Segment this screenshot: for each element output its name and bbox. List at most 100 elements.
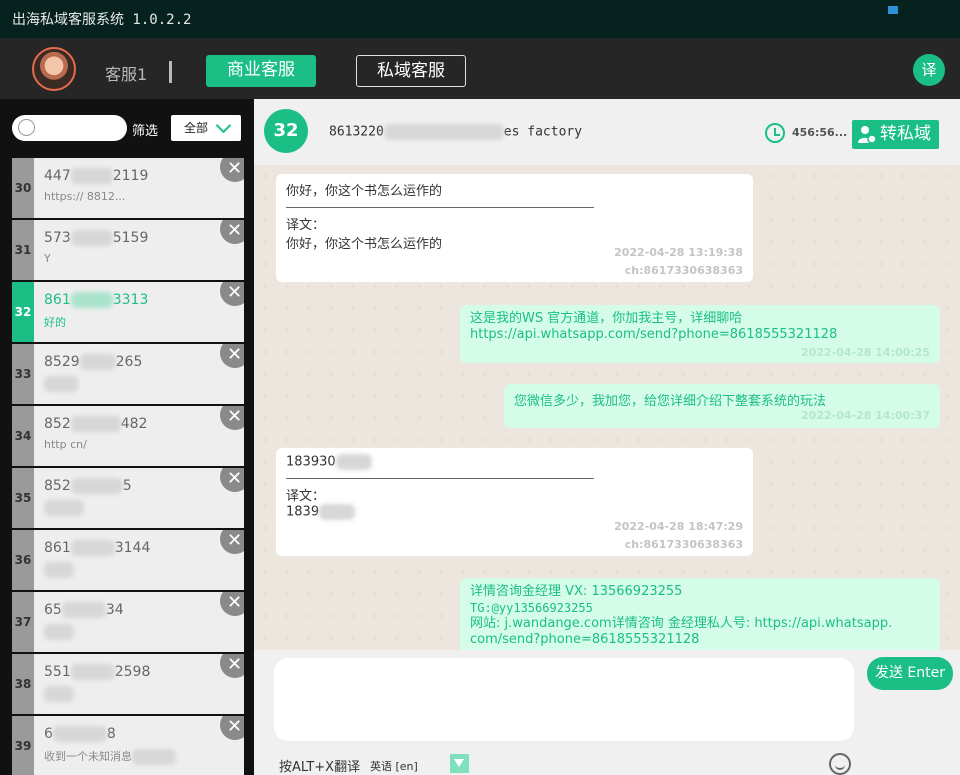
close-icon[interactable]: ✕ [220, 654, 244, 678]
message-text: 183930 [286, 454, 743, 470]
contact-preview [44, 624, 74, 640]
tab-private-service[interactable]: 私域客服 [356, 55, 466, 87]
message-line: com/send?phone=8618555321128 [470, 632, 700, 647]
message-input[interactable] [274, 658, 854, 741]
contact-preview: 好的 [44, 316, 66, 329]
contact-item[interactable]: 34 852 482 http cn/ ✕ [12, 406, 244, 468]
contact-phone: 8529 265 [44, 354, 143, 370]
filter-dropdown[interactable]: 全部 [171, 115, 241, 141]
language-label: 英语 [en] [370, 760, 418, 773]
message-time: 2022-04-28 14:00:37 [801, 409, 930, 422]
tab-business-service[interactable]: 商业客服 [206, 55, 316, 87]
message-channel: ch:8617330638363 [624, 538, 743, 551]
contact-item[interactable]: 35 852 5 ✕ [12, 468, 244, 530]
contact-phone: 573 5159 [44, 230, 149, 246]
close-icon[interactable]: ✕ [220, 530, 244, 554]
message-time: 2022-04-28 18:47:29 [614, 520, 743, 533]
close-icon[interactable]: ✕ [220, 158, 244, 182]
contact-phone: 68 [44, 726, 116, 742]
avatar[interactable] [32, 47, 76, 91]
contact-index: 36 [12, 530, 34, 590]
message-text: 你好，你这个书怎么运作的 [286, 184, 443, 199]
agent-name: 客服1 [105, 65, 148, 84]
message-outgoing: 您微信多少，我加您，给您详细介绍下整套系统的玩法 2022-04-28 14:0… [504, 384, 940, 428]
language-dropdown-icon[interactable] [450, 754, 469, 773]
send-button[interactable]: 发送 Enter [867, 657, 953, 690]
window-control-icon[interactable] [888, 6, 898, 14]
chevron-down-icon [215, 117, 232, 134]
message-incoming: 183930 译文： 1839 2022-04-28 18:47:29 ch:8… [276, 448, 753, 556]
header-divider [169, 61, 172, 83]
transfer-label: 转私域 [880, 124, 931, 144]
translate-button[interactable]: 译 [913, 54, 945, 86]
contact-preview [44, 686, 74, 702]
close-icon[interactable]: ✕ [220, 406, 244, 430]
redaction-blur [383, 124, 504, 140]
contact-item[interactable]: 33 8529 265 ✕ [12, 344, 244, 406]
contact-item[interactable]: 32 861 3313 好的 ✕ [12, 282, 244, 344]
contact-index: 30 [12, 158, 34, 218]
contact-item[interactable]: 39 68 收到一个未知消息 ✕ [12, 716, 244, 775]
filter-row: 筛选 全部 [0, 99, 254, 157]
message-time: 2022-04-28 14:00:25 [801, 346, 930, 359]
contact-list: 30 447 2119 https:// 8812... ✕ 31 573 5159… [12, 158, 244, 775]
contact-phone: 852 5 [44, 478, 132, 494]
message-text: 这是我的WS 官方通道，你加我主号，详细聊哈 https://api.whats… [470, 311, 838, 342]
redaction-blur [132, 749, 176, 765]
contact-phone: 861 3144 [44, 540, 151, 556]
close-icon[interactable]: ✕ [220, 344, 244, 368]
contact-item[interactable]: 30 447 2119 https:// 8812... ✕ [12, 158, 244, 220]
close-icon[interactable]: ✕ [220, 220, 244, 244]
contact-preview: http cn/ [44, 438, 87, 451]
contact-index: 33 [12, 344, 34, 404]
user-transfer-icon [858, 126, 876, 143]
top-header: 客服1 商业客服 私域客服 译 [0, 38, 960, 99]
conversation-badge: 32 [264, 109, 308, 153]
redaction-blur [44, 562, 74, 578]
redaction-blur [70, 416, 121, 432]
contact-item[interactable]: 38 551 2598 ✕ [12, 654, 244, 716]
timer-text: 456:56... [792, 126, 848, 139]
contact-item[interactable]: 37 65 34 ✕ [12, 592, 244, 654]
close-icon[interactable]: ✕ [220, 468, 244, 492]
message-line: 网站: j.wandange.com详情咨询 金经理私人号: https://a… [470, 616, 893, 631]
redaction-blur [319, 504, 356, 520]
close-icon[interactable]: ✕ [220, 592, 244, 616]
redaction-blur [70, 230, 113, 246]
contact-index: 31 [12, 220, 34, 280]
redaction-blur [44, 376, 78, 392]
message-line: 详情咨询金经理 VX: 13566923255 [470, 584, 683, 599]
contact-phone: 852 482 [44, 416, 148, 432]
contact-index: 38 [12, 654, 34, 714]
contact-index: 39 [12, 716, 34, 775]
message-line: TG:@yy13566923255 [470, 601, 593, 615]
contact-preview [44, 376, 78, 392]
contact-item[interactable]: 36 861 3144 ✕ [12, 530, 244, 592]
contact-phone: 447 2119 [44, 168, 149, 184]
message-outgoing: 这是我的WS 官方通道，你加我主号，详细聊哈 https://api.whats… [460, 305, 940, 363]
redaction-blur [44, 686, 74, 702]
message-channel: ch:8617330638363 [624, 264, 743, 277]
message-separator [286, 478, 594, 479]
contact-preview [44, 562, 74, 578]
close-icon[interactable]: ✕ [220, 282, 244, 306]
app-title: 出海私域客服系统 1.0.2.2 [12, 12, 192, 28]
message-thread: 你好，你这个书怎么运作的 译文： 你好，你这个书怎么运作的 2022-04-28… [254, 165, 960, 650]
translation-label: 译文： [286, 489, 326, 504]
search-input[interactable] [12, 115, 127, 141]
timer-icon [765, 123, 785, 143]
close-icon[interactable]: ✕ [220, 716, 244, 740]
contact-preview [44, 500, 84, 516]
message-outgoing: 详情咨询金经理 VX: 13566923255 TG:@yy1356692325… [460, 578, 940, 650]
translation-label: 译文： [286, 218, 326, 233]
contact-item[interactable]: 31 573 5159 Y ✕ [12, 220, 244, 282]
contact-index: 35 [12, 468, 34, 528]
redaction-blur [44, 624, 74, 640]
emoji-icon[interactable] [829, 753, 851, 775]
contact-preview: https:// 8812... [44, 190, 126, 203]
contact-sidebar: 筛选 全部 30 447 2119 https:// 8812... ✕ 31 5… [0, 99, 254, 775]
contact-preview: Y [44, 252, 51, 265]
transfer-private-button[interactable]: 转私域 [852, 120, 939, 149]
contact-index: 37 [12, 592, 34, 652]
contact-index: 34 [12, 406, 34, 466]
